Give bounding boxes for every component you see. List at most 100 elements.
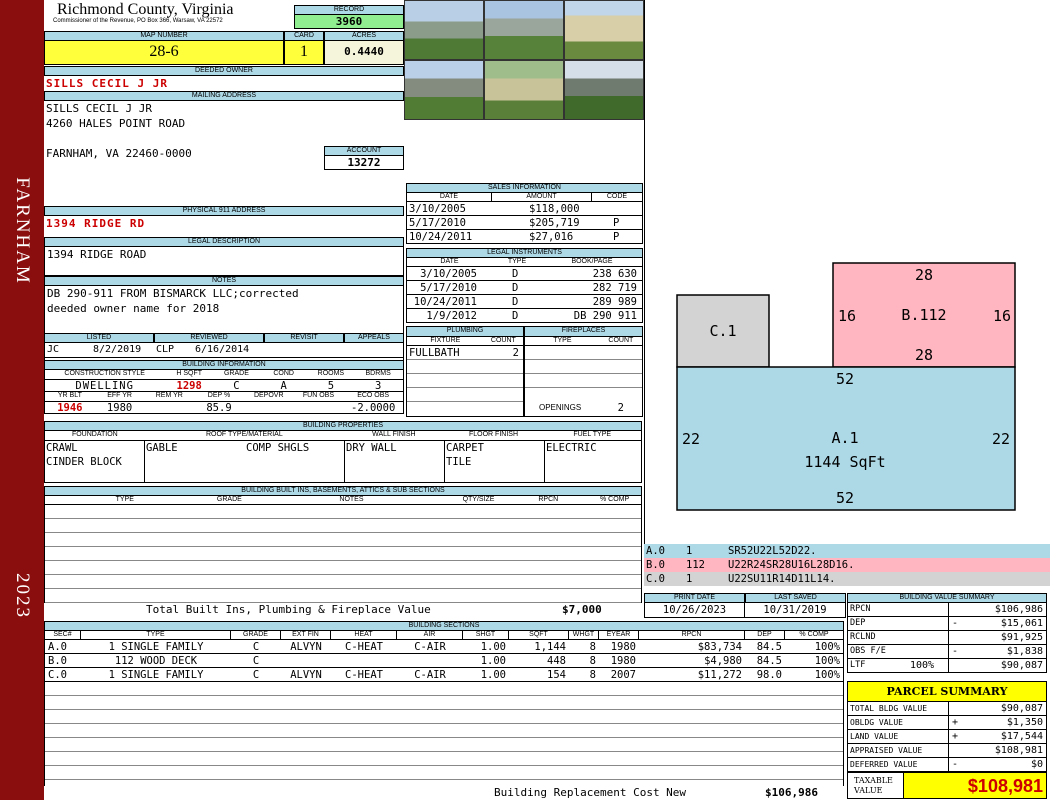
review-row: LISTED REVIEWED REVISIT APPEALS JC 8/2/2…: [44, 333, 404, 359]
appeals-header: APPEALS: [344, 333, 404, 343]
sale-amount: $205,719: [529, 217, 580, 229]
map-row: MAP NUMBER 28-6 CARD 1 ACRES 0.4440: [44, 31, 404, 65]
parcel-summary-sign: +: [952, 731, 959, 742]
sidebar-city: FARNHAM: [12, 177, 33, 285]
section-grade: C: [252, 669, 260, 681]
parcel-summary: PARCEL SUMMARY TOTAL BLDG VALUE $90,087 OB…: [847, 681, 1047, 799]
legal-description: 1394 RIDGE ROAD: [44, 247, 404, 276]
section-grade: C: [252, 655, 260, 667]
sketch-code-type: 1: [686, 545, 693, 557]
builtins-title: BUILDING BUILT INS, BASEMENTS, ATTICS & …: [44, 486, 642, 496]
effyr-header: EFF YR: [107, 392, 132, 399]
value-summary-divider: [948, 603, 949, 617]
mailing-line: SILLS CECIL J JR: [46, 102, 152, 115]
section-shgt: 1.00: [480, 641, 506, 653]
value-summary-divider: [948, 659, 949, 673]
grade-header: GRADE: [223, 370, 249, 377]
roof-type: GABLE: [146, 442, 178, 454]
rooms-value: 5: [327, 380, 335, 392]
section-row: C.0 1 SINGLE FAMILY C ALVYN C-HEAT C-AIR 1.00 1…: [44, 668, 844, 682]
building-sketch: C.1 B.112 28 28 16 16 52 A.1 1144 SqFt 5…: [676, 262, 1016, 511]
bi-qty-header: QTY/SIZE: [462, 496, 495, 503]
instrument-date: 10/24/2011: [413, 296, 477, 308]
sale-amount: $118,000: [529, 203, 580, 215]
shed-photo[interactable]: [564, 0, 644, 60]
reviewed-header: REVIEWED: [154, 333, 264, 343]
instrument-bookpage: 238 630: [592, 268, 637, 280]
openings-label: OPENINGS: [539, 403, 582, 412]
house-photo[interactable]: [404, 60, 484, 120]
builtins-total-label: Total Built Ins, Plumbing & Fireplace Va…: [146, 603, 431, 616]
fireplaces-title: FIREPLACES: [525, 327, 642, 337]
section-sqft: 448: [547, 655, 566, 667]
property-photos: [404, 0, 644, 120]
effyr-value: 1980: [106, 402, 133, 414]
sale-date: 10/24/2011: [409, 231, 473, 243]
value-summary-row: OBS F/E - $1,838: [847, 645, 1047, 659]
section-b-left-dim: 16: [838, 307, 856, 325]
funobs-header: FUN OBS: [302, 392, 335, 399]
parcel-summary-row: TOTAL BLDG VALUE $90,087: [848, 702, 1046, 716]
hsqft-header: H SQFT: [176, 370, 203, 377]
section-whgt: 8: [589, 655, 596, 667]
shed-photo[interactable]: [484, 60, 564, 120]
house-photo[interactable]: [564, 60, 644, 120]
value-summary-rows: RPCN $106,986 DEP - $15,061 RCLND $91,925 OBS F…: [847, 603, 1047, 673]
heat-header: HEAT: [331, 631, 397, 640]
record-label: RECORD: [294, 5, 404, 15]
value-summary-label: RCLND: [850, 632, 876, 642]
comp-header: % COMP: [799, 631, 829, 638]
building-properties: BUILDING PROPERTIES FOUNDATION ROOF TYPE…: [44, 421, 642, 483]
section-b-bottom-dim: 28: [915, 346, 933, 364]
house-photo[interactable]: [404, 0, 484, 60]
cond-header: COND: [273, 370, 294, 377]
section-c-label: C.1: [709, 322, 736, 340]
dep-header: DEP %: [207, 392, 231, 399]
parcel-summary-label: APPRAISED VALUE: [850, 746, 923, 755]
bdrms-value: 3: [374, 380, 382, 392]
section-grade: C: [252, 641, 260, 653]
fp-count-header: COUNT: [608, 337, 634, 344]
section-a-top-dim: 52: [836, 370, 854, 388]
fp-type-header: TYPE: [553, 337, 572, 344]
reviewed-by: CLP: [156, 344, 175, 355]
ext-fin-header: EXT FIN: [281, 631, 331, 640]
value-summary-sign: 100%: [910, 660, 935, 671]
sales-row: 5/17/2010 $205,719 P: [406, 216, 643, 230]
sales-rows: 3/10/2005 $118,000 5/17/2010 $205,719 P 10/24…: [406, 202, 643, 244]
sketch-area: C.1 B.112 28 28 16 16 52 A.1 1144 SqFt 5…: [644, 0, 1050, 545]
fireplace-rows: [525, 346, 642, 401]
dep-header: DEP: [745, 631, 785, 640]
acres-label: ACRES: [324, 31, 404, 41]
sales-row: 10/24/2011 $27,016 P: [406, 230, 643, 244]
shgt-header: SHGT: [463, 631, 509, 640]
record-box: RECORD 3960: [294, 5, 404, 29]
section-sec: A.0: [48, 641, 67, 653]
county-title: Richmond County, Virginia: [57, 1, 234, 18]
section-b-right-dim: 16: [993, 307, 1011, 325]
listed-by: JC: [47, 344, 60, 355]
value-summary-label: RPCN: [850, 604, 871, 614]
grade-value: C: [233, 380, 240, 392]
ecoobs-header: ECO OBS: [357, 392, 390, 399]
fixture-header: FIXTURE: [430, 337, 461, 344]
funobs-value: [294, 402, 344, 413]
section-comp: 100%: [814, 669, 840, 681]
listed-header: LISTED: [44, 333, 154, 343]
section-a-left-dim: 22: [682, 430, 700, 448]
sale-date: 3/10/2005: [409, 203, 466, 215]
house-photo[interactable]: [484, 0, 564, 60]
parcel-summary-divider: [948, 758, 949, 772]
section-b-label: B.112: [901, 306, 946, 324]
bi-rpcn-header: RPCN: [538, 496, 559, 503]
cond-value: A: [280, 380, 287, 392]
account-box: ACCOUNT 13272: [324, 146, 404, 170]
physical-address: 1394 RIDGE RD: [46, 217, 146, 230]
section-whgt: 8: [589, 641, 596, 653]
air-header: AIR: [397, 631, 463, 640]
account-number: 13272: [324, 156, 404, 170]
section-shgt: 1.00: [480, 669, 506, 681]
deeded-owner-label: DEEDED OWNER: [44, 66, 404, 76]
dates-box: PRINT DATE LAST SAVED 10/26/2023 10/31/2…: [644, 593, 846, 618]
revisit-header: REVISIT: [264, 333, 344, 343]
